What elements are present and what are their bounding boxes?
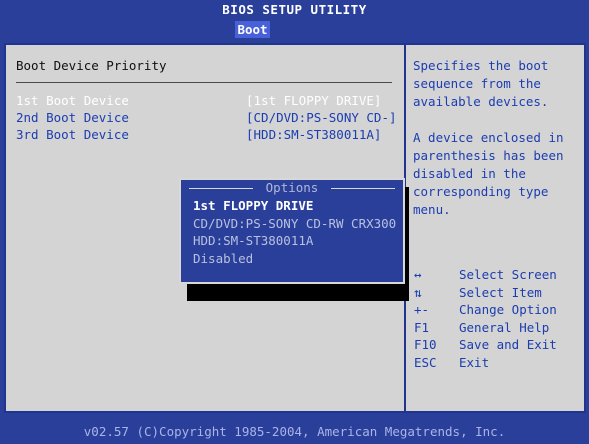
boot-device-label: 3rd Boot Device xyxy=(16,127,129,142)
key-description: Select Screen xyxy=(459,267,557,282)
key-symbol: F10 xyxy=(414,337,437,352)
key-description: Exit xyxy=(459,354,490,370)
key-symbol: F1 xyxy=(414,319,430,335)
key-symbol: ↔ xyxy=(414,267,422,282)
key-legend-row: ⇅ Select Item xyxy=(414,284,584,302)
key-description: Save and Exit xyxy=(459,337,557,352)
tab-bar: Boot xyxy=(0,19,589,41)
key-symbol: ESC xyxy=(414,354,437,370)
boot-device-value[interactable]: [1st FLOPPY DRIVE] xyxy=(246,92,381,109)
option-item[interactable]: CD/DVD:PS-SONY CD-RW CRX300 xyxy=(193,215,396,232)
key-legend-row: ESC Exit xyxy=(414,354,584,372)
key-symbol: +- xyxy=(414,302,430,317)
boot-device-value[interactable]: [CD/DVD:PS-SONY CD-] xyxy=(246,109,397,126)
bios-title: BIOS SETUP UTILITY xyxy=(0,0,589,19)
options-popup: Options 1st FLOPPY DRIVE CD/DVD:PS-SONY … xyxy=(179,178,405,284)
key-legend-row: F1 General Help xyxy=(414,319,584,337)
help-text: Specifies the boot sequence from the ava… xyxy=(413,58,564,217)
key-legend-row: +- Change Option xyxy=(414,301,584,319)
boot-device-value[interactable]: [HDD:SM-ST380011A] xyxy=(246,126,381,143)
key-legend-row: ↔ Select Screen xyxy=(414,266,584,284)
key-symbol: ⇅ xyxy=(414,284,422,300)
key-legend-row: F10 Save and Exit xyxy=(414,336,584,354)
boot-device-label: 2nd Boot Device xyxy=(16,110,129,125)
key-description: General Help xyxy=(459,319,550,335)
key-description: Change Option xyxy=(459,302,557,317)
options-title: Options xyxy=(181,180,403,196)
option-item[interactable]: 1st FLOPPY DRIVE xyxy=(193,197,313,214)
option-item[interactable]: Disabled xyxy=(193,250,253,267)
footer-copyright: v02.57 (C)Copyright 1985-2004, American … xyxy=(0,419,589,444)
section-divider xyxy=(16,82,392,83)
tab-boot[interactable]: Boot xyxy=(235,21,270,38)
boot-device-label: 1st Boot Device xyxy=(16,93,129,108)
key-description: Select Item xyxy=(459,284,542,300)
option-item[interactable]: HDD:SM-ST380011A xyxy=(193,232,313,249)
section-title: Boot Device Priority xyxy=(16,58,167,73)
key-legend: ↔ Select Screen ⇅ Select Item +- Change … xyxy=(414,266,584,371)
